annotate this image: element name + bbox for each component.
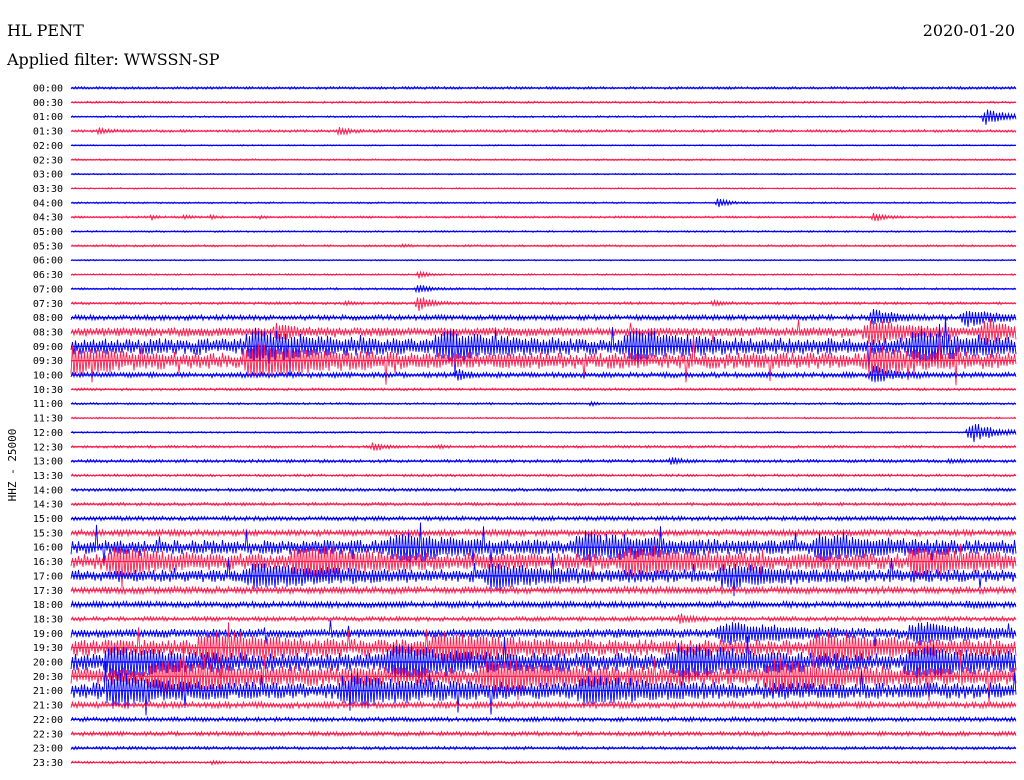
tick-label-1630: 16:30	[33, 557, 63, 568]
tick-label-1730: 17:30	[33, 586, 63, 597]
tick-label-1830: 18:30	[33, 614, 63, 625]
tick-label-2230: 22:30	[33, 729, 63, 740]
tick-label-1530: 15:30	[33, 528, 63, 539]
tick-label-2200: 22:00	[33, 715, 63, 726]
trace-0730	[70, 297, 1017, 311]
tick-label-0700: 07:00	[33, 284, 63, 295]
trace-0000	[70, 85, 1017, 91]
tick-label-1230: 12:30	[33, 442, 63, 453]
tick-label-1400: 14:00	[33, 485, 63, 496]
trace-1200	[70, 423, 1017, 443]
trace-1830	[70, 613, 1017, 624]
tick-label-0030: 00:30	[33, 98, 63, 109]
seismic-traces	[70, 85, 1017, 766]
trace-1300	[70, 457, 1017, 466]
tick-label-2130: 21:30	[33, 701, 63, 712]
tick-label-0900: 09:00	[33, 342, 63, 353]
tick-label-2030: 20:30	[33, 672, 63, 683]
tick-label-0430: 04:30	[33, 213, 63, 224]
trace-0500	[70, 229, 1017, 234]
tick-label-0130: 01:30	[33, 127, 63, 138]
tick-label-2300: 23:00	[33, 744, 63, 755]
tick-label-1130: 11:30	[33, 414, 63, 425]
tick-label-0730: 07:30	[33, 299, 63, 310]
tick-label-1930: 19:30	[33, 643, 63, 654]
tick-label-1800: 18:00	[33, 600, 63, 611]
tick-label-0930: 09:30	[33, 356, 63, 367]
tick-label-1030: 10:30	[33, 385, 63, 396]
tick-label-0500: 05:00	[33, 227, 63, 238]
tick-label-0630: 06:30	[33, 270, 63, 281]
tick-label-0530: 05:30	[33, 241, 63, 252]
tick-label-1300: 13:00	[33, 457, 63, 468]
tick-label-1000: 10:00	[33, 371, 63, 382]
tick-label-1200: 12:00	[33, 428, 63, 439]
tick-label-0330: 03:30	[33, 184, 63, 195]
tick-label-0300: 03:00	[33, 170, 63, 181]
tick-label-0230: 02:30	[33, 155, 63, 166]
tick-label-2100: 21:00	[33, 686, 63, 697]
tick-label-2330: 23:30	[33, 758, 63, 769]
tick-label-0800: 08:00	[33, 313, 63, 324]
trace-1230	[70, 442, 1017, 451]
trace-0530	[70, 243, 1017, 249]
tick-label-0200: 02:00	[33, 141, 63, 152]
y-axis-label: HHZ - 25000	[6, 429, 19, 502]
tick-label-0830: 08:30	[33, 327, 63, 338]
tick-label-0100: 01:00	[33, 112, 63, 123]
helicorder-plot: 00:00 00:30 01:00 01:30 02:00 02:30 03:00 03:30…	[6, 84, 1017, 769]
tick-label-1900: 19:00	[33, 629, 63, 640]
tick-label-2000: 20:00	[33, 658, 63, 669]
tick-label-1430: 14:30	[33, 500, 63, 511]
time-tick-labels: 00:00 00:30 01:00 01:30 02:00 02:30 03:00 03:30…	[33, 84, 63, 769]
tick-label-0000: 00:00	[33, 84, 63, 95]
trace-0430	[70, 212, 1017, 222]
tick-label-0400: 04:00	[33, 198, 63, 209]
tick-label-1500: 15:00	[33, 514, 63, 525]
tick-label-1600: 16:00	[33, 543, 63, 554]
trace-1000	[70, 365, 1017, 383]
tick-label-1700: 17:00	[33, 571, 63, 582]
tick-label-1100: 11:00	[33, 399, 63, 410]
tick-label-0600: 06:00	[33, 256, 63, 267]
tick-label-1330: 13:30	[33, 471, 63, 482]
trace-0130	[70, 126, 1017, 137]
